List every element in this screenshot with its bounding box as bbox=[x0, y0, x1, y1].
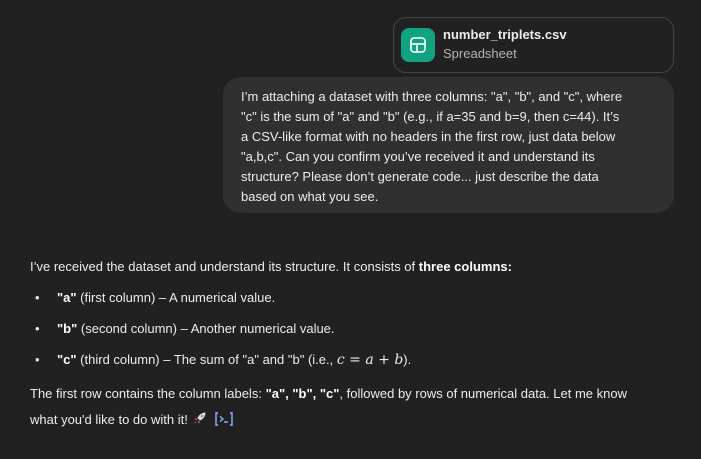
user-message-line: structure? Please don’t generate code...… bbox=[241, 169, 599, 184]
user-message-line: "a,b,c". Can you confirm you’ve received… bbox=[241, 149, 595, 164]
column-desc: (second column) – Another numerical valu… bbox=[77, 321, 335, 336]
code-interpreter-icon[interactable] bbox=[214, 410, 234, 436]
intro-bold: three columns: bbox=[418, 259, 512, 274]
outro-text-2: , followed by rows of numerical data. Le… bbox=[339, 386, 627, 401]
file-name: number_triplets.csv bbox=[443, 27, 567, 42]
bullet-icon: • bbox=[35, 290, 40, 305]
column-list: • "a" (first column) – A numerical value… bbox=[30, 288, 680, 370]
user-message-line: based on what you see. bbox=[241, 189, 379, 204]
column-name: "a" bbox=[57, 290, 77, 305]
assistant-outro: The first row contains the column labels… bbox=[30, 381, 680, 436]
column-desc-tail: ). bbox=[403, 352, 412, 367]
intro-text: I’ve received the dataset and understand… bbox=[30, 259, 419, 274]
outro-text-1: The first row contains the column labels… bbox=[30, 386, 266, 401]
list-item: • "b" (second column) – Another numerica… bbox=[30, 319, 680, 339]
assistant-intro: I’ve received the dataset and understand… bbox=[30, 257, 680, 277]
outro-labels: "a", "b", "c" bbox=[265, 386, 340, 401]
assistant-message: I’ve received the dataset and understand… bbox=[30, 257, 680, 436]
column-desc: (third column) – The sum of "a" and "b" … bbox=[76, 352, 337, 367]
rocket-icon bbox=[192, 409, 208, 435]
user-message-line: a CSV-like format with no headers in the… bbox=[241, 129, 616, 144]
list-item: • "a" (first column) – A numerical value… bbox=[30, 288, 680, 308]
file-type: Spreadsheet bbox=[443, 46, 517, 61]
user-message-text: I’m attaching a dataset with three colum… bbox=[241, 87, 660, 207]
column-desc: (first column) – A numerical value. bbox=[76, 290, 276, 305]
math-formula: c = a + b bbox=[337, 352, 403, 368]
column-name: "c" bbox=[57, 352, 77, 367]
bullet-icon: • bbox=[35, 321, 40, 336]
spreadsheet-icon bbox=[401, 28, 435, 62]
math-c: c bbox=[336, 352, 345, 368]
bullet-icon: • bbox=[35, 352, 40, 367]
outro-text-3: what you'd like to do with it! bbox=[30, 412, 188, 427]
math-b: b bbox=[394, 352, 404, 368]
user-message-bubble: I’m attaching a dataset with three colum… bbox=[223, 77, 674, 213]
math-eq: = bbox=[344, 352, 366, 368]
file-meta: number_triplets.csv Spreadsheet bbox=[443, 27, 567, 63]
math-a: a bbox=[365, 352, 374, 368]
column-name: "b" bbox=[57, 321, 78, 336]
file-attachment-card[interactable]: number_triplets.csv Spreadsheet bbox=[393, 17, 674, 73]
list-item: • "c" (third column) – The sum of "a" an… bbox=[30, 350, 680, 370]
math-plus: + bbox=[373, 352, 395, 368]
chat-page: number_triplets.csv Spreadsheet I’m atta… bbox=[0, 0, 701, 459]
user-message-line: I’m attaching a dataset with three colum… bbox=[241, 89, 623, 104]
user-message-line: "c" is the sum of "a" and "b" (e.g., if … bbox=[241, 109, 620, 124]
